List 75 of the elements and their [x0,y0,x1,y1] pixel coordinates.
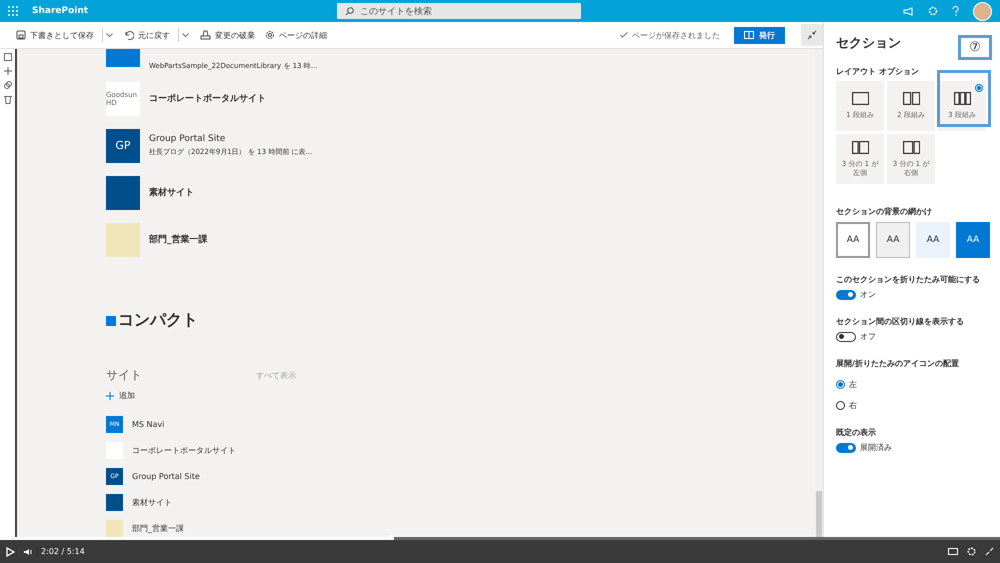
toolbar-button[interactable]: 元に戻す [122,30,172,40]
square-marker-icon [106,316,116,326]
save-status: ページが保存されました [632,30,720,40]
captions-icon[interactable] [948,548,958,555]
settings-icon [265,30,275,40]
discard-icon [200,30,211,40]
site-title[interactable]: コーポレートポータルサイト [149,92,266,105]
collapse-arrows-icon [807,30,817,40]
setting-label: 展開/折りたたみのアイコンの配置 [836,358,960,369]
site-title[interactable]: 部門_営業一課 [132,522,184,534]
toggle-switch[interactable] [836,290,856,300]
toolbar-button[interactable]: 下書きとして保存 [14,30,96,40]
edit-icon[interactable] [4,53,12,61]
site-title[interactable]: コーポレートポータルサイト [132,444,236,456]
dropdown-button[interactable] [102,28,116,42]
avatar[interactable] [973,2,992,20]
web-part-title: サイト [106,367,142,384]
site-title[interactable]: Group Portal Site [149,134,312,144]
toolbar-button[interactable]: 変更の破棄 [198,30,257,40]
section-label: レイアウト オプション [836,66,920,77]
chevron-down-icon [106,32,113,38]
toggle-switch[interactable] [836,442,856,452]
chevron-down-icon [182,32,189,38]
scrollbar[interactable] [815,49,823,537]
toggle-switch[interactable] [836,332,856,342]
column-layout-icon [902,141,920,154]
setting-label: 既定の表示 [836,427,877,438]
publish-button[interactable]: 発行 [734,26,785,44]
delete-icon[interactable] [4,95,12,104]
site-title[interactable]: 部門_営業一課 [149,233,208,246]
checkmark-icon [620,32,628,38]
megaphone-icon[interactable] [903,6,914,16]
section-heading: コンパクト [118,310,198,331]
setting-label: セクション間の区切り線を表示する [836,316,965,327]
toggle-state: オフ [860,331,876,342]
search-icon [345,6,354,16]
toolbar-button[interactable]: ページの詳細 [263,30,329,40]
background-swatch[interactable]: AA [836,222,870,258]
highlight-frame [937,70,991,127]
help-icon[interactable] [952,6,959,16]
column-layout-icon [852,92,868,106]
plus-icon [106,392,114,400]
book-icon [744,31,754,39]
toggle-state: オン [860,289,876,300]
undo-icon [124,30,134,40]
background-swatch[interactable]: AA [876,222,910,258]
panel-title: セクション [836,35,901,52]
site-logo: GP [106,128,140,162]
app-launcher-icon[interactable] [8,6,18,16]
callout: ⑦ [958,35,992,60]
move-icon[interactable] [4,67,12,75]
setting-label: このセクションを折りたたみ可能にする [836,274,981,285]
play-icon[interactable] [6,546,15,556]
column-layout-icon [852,141,868,154]
radio-option[interactable]: 左 [836,379,857,390]
column-layout-icon [902,92,920,106]
dropdown-button[interactable] [178,28,192,42]
settings-icon[interactable] [967,547,976,556]
add-button[interactable]: 追加 [106,390,135,401]
collapse-button[interactable] [801,24,823,46]
background-swatch[interactable]: AA [916,222,950,258]
volume-icon[interactable] [23,548,33,556]
section-label: セクションの背景の網かけ [836,206,933,217]
site-title[interactable]: MS Navi [132,420,164,428]
background-swatch[interactable]: AA [956,222,990,258]
radio-option[interactable]: 右 [836,400,857,411]
duplicate-icon[interactable] [4,81,12,89]
video-time: 2:02 / 5:14 [41,547,85,556]
save-icon [16,30,26,40]
toggle-state: 展開済み [860,442,892,453]
site-title[interactable]: 素材サイト [132,496,172,508]
column-layout-icon [954,92,970,106]
search-field[interactable]: このサイトを検索 [337,3,582,19]
site-title[interactable]: 素材サイト [149,186,194,199]
site-title[interactable]: Group Portal Site [132,472,200,480]
